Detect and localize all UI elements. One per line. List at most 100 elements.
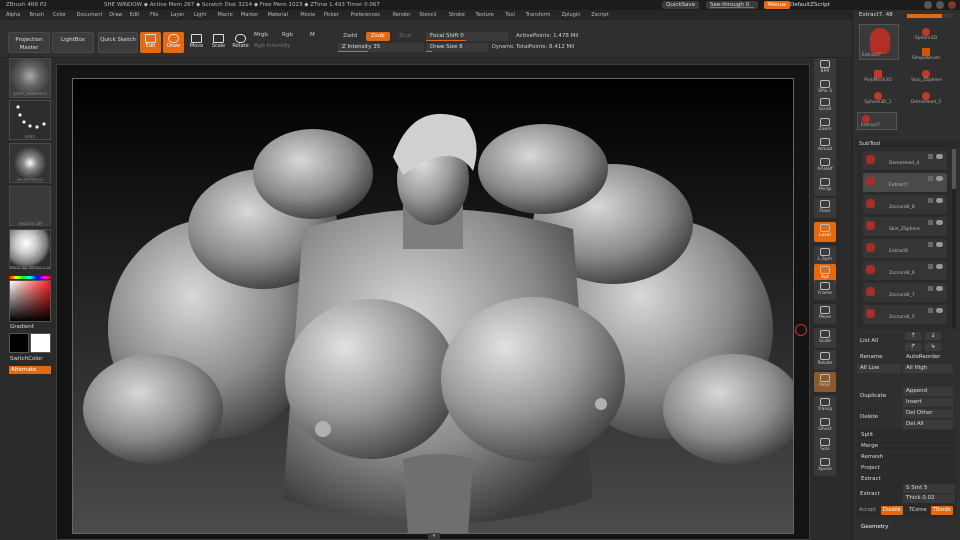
lock-icon[interactable] bbox=[928, 176, 933, 181]
shelf-transp-button[interactable]: Transp bbox=[814, 396, 836, 416]
current-tool-thumbnail[interactable]: Extract7 bbox=[859, 24, 899, 60]
secondary-color-swatch[interactable] bbox=[30, 333, 51, 353]
shelf-solo-button[interactable]: Solo bbox=[814, 436, 836, 456]
tool-extract7[interactable]: Extract7 bbox=[857, 112, 897, 130]
eye-icon[interactable] bbox=[936, 264, 943, 269]
tool-demohead-5[interactable]: DemoHead_5 bbox=[911, 92, 941, 110]
eye-icon[interactable] bbox=[936, 198, 943, 203]
quicksave-button[interactable]: QuickSave bbox=[662, 1, 700, 9]
all-low-button[interactable]: All Low bbox=[857, 364, 901, 373]
arrow-down-button[interactable]: ↓ bbox=[925, 332, 941, 340]
lock-icon[interactable] bbox=[928, 242, 933, 247]
viewport-canvas[interactable] bbox=[72, 78, 794, 534]
primary-color-swatch[interactable] bbox=[9, 333, 29, 353]
subtool-row[interactable]: DemoHead_4 bbox=[863, 151, 947, 170]
menu-zscript[interactable]: Zscript bbox=[591, 10, 608, 20]
shelf-local-button[interactable]: Local bbox=[814, 222, 836, 242]
insert-button[interactable]: Insert bbox=[903, 398, 953, 407]
lock-icon[interactable] bbox=[928, 154, 933, 159]
double-toggle[interactable]: Double bbox=[881, 506, 903, 515]
chevron-down-icon[interactable]: ▾ bbox=[428, 533, 440, 540]
merge-section[interactable]: Merge bbox=[857, 441, 957, 451]
subtool-row[interactable]: Skin_ZSphere bbox=[863, 217, 947, 236]
move-down-button[interactable]: ↳ bbox=[925, 343, 941, 351]
shelf-bpr-button[interactable]: BPR bbox=[814, 58, 836, 78]
menu-stencil[interactable]: Stencil bbox=[419, 10, 436, 20]
shelf-scale-button[interactable]: Scale bbox=[814, 328, 836, 348]
default-zscript-button[interactable]: DefaultZScript bbox=[786, 1, 834, 9]
gradient-label[interactable]: Gradient bbox=[10, 324, 34, 330]
shelf-actual-button[interactable]: Actual bbox=[814, 136, 836, 156]
menu-file[interactable]: File bbox=[150, 10, 158, 20]
rename-button[interactable]: Rename bbox=[857, 353, 901, 362]
tool-sphere3d[interactable]: Sphere3D bbox=[911, 28, 941, 46]
stroke-thumbnail[interactable] bbox=[9, 100, 51, 140]
shelf-spix-3-button[interactable]: SPix 3 bbox=[814, 78, 836, 98]
hue-strip[interactable] bbox=[9, 276, 51, 279]
rgb-intensity-slider[interactable]: Rgb Intensity bbox=[254, 43, 291, 49]
subtool-row[interactable]: Extract6 bbox=[863, 239, 947, 258]
menu-light[interactable]: Light bbox=[194, 10, 206, 20]
menu-material[interactable]: Material bbox=[268, 10, 288, 20]
tool-polymesh3d[interactable]: PolyMesh3D bbox=[863, 70, 893, 88]
lock-icon[interactable] bbox=[928, 198, 933, 203]
shelf-aahalf-button[interactable]: AAHalf bbox=[814, 156, 836, 176]
remesh-section[interactable]: Remesh bbox=[857, 452, 957, 462]
menu-edit[interactable]: Edit bbox=[130, 10, 140, 20]
lightbox-button[interactable]: LightBox bbox=[52, 32, 94, 53]
menu-color[interactable]: Color bbox=[53, 10, 66, 20]
zcut-button[interactable]: Zcut bbox=[394, 32, 416, 41]
menu-tool[interactable]: Tool bbox=[505, 10, 515, 20]
dynamic-button[interactable]: Dynamic bbox=[492, 44, 514, 50]
draw-size-slider[interactable]: Draw Size 8 bbox=[426, 43, 488, 52]
extract-button[interactable]: Extract bbox=[857, 490, 880, 499]
menu-alpha[interactable]: Alpha bbox=[6, 10, 20, 20]
scroll-thumb[interactable] bbox=[952, 149, 956, 189]
shelf-rotate-button[interactable]: Rotate bbox=[814, 350, 836, 370]
eye-icon[interactable] bbox=[936, 154, 943, 159]
close-icon[interactable] bbox=[948, 1, 956, 9]
zsub-button[interactable]: Zsub bbox=[366, 32, 390, 41]
eye-icon[interactable] bbox=[936, 242, 943, 247]
subtool-scrollbar[interactable] bbox=[952, 149, 956, 329]
append-button[interactable]: Append bbox=[903, 387, 953, 396]
list-all-button[interactable]: List All bbox=[857, 337, 878, 346]
shelf-polyf-button[interactable]: PolyF bbox=[814, 372, 836, 392]
m-button[interactable]: M bbox=[310, 32, 315, 38]
menu-draw[interactable]: Draw bbox=[109, 10, 122, 20]
z-intensity-slider[interactable]: Z Intensity 35 bbox=[338, 43, 424, 52]
shelf-floor-button[interactable]: Floor bbox=[814, 198, 836, 218]
shelf-persp-button[interactable]: Persp bbox=[814, 176, 836, 196]
shelf-scroll-button[interactable]: Scroll bbox=[814, 96, 836, 116]
delete-button[interactable]: Delete bbox=[857, 413, 878, 422]
alpha-thumbnail[interactable] bbox=[9, 143, 51, 183]
rgb-button[interactable]: Rgb bbox=[282, 32, 293, 38]
quick-sketch-button[interactable]: Quick Sketch bbox=[98, 32, 138, 53]
tool-skin-zsphere[interactable]: Skin_ZSphere bbox=[911, 70, 942, 88]
subtool-row[interactable]: Zsccord4_6 bbox=[863, 261, 947, 280]
eye-icon[interactable] bbox=[936, 286, 943, 291]
tool-simplebrush[interactable]: SimpleBrush bbox=[911, 48, 941, 66]
subtool-row[interactable]: Zsccord4_5 bbox=[863, 305, 947, 324]
zadd-button[interactable]: Zadd bbox=[338, 32, 362, 41]
draw-mode-button[interactable]: Draw bbox=[163, 32, 184, 53]
eye-icon[interactable] bbox=[936, 176, 943, 181]
geometry-section[interactable]: Geometry bbox=[861, 524, 888, 530]
see-through-slider[interactable]: See-through 0 bbox=[706, 1, 758, 9]
eye-icon[interactable] bbox=[936, 308, 943, 313]
alternate-button[interactable]: Alternate bbox=[9, 366, 51, 374]
lock-icon[interactable] bbox=[928, 264, 933, 269]
lock-icon[interactable] bbox=[928, 286, 933, 291]
minimize-icon[interactable] bbox=[924, 1, 932, 9]
s-smt-slider[interactable]: S Smt 5 bbox=[903, 484, 955, 493]
scale-mode-button[interactable]: Scale bbox=[208, 32, 229, 53]
menu-brush[interactable]: Brush bbox=[30, 10, 44, 20]
tool-slider[interactable] bbox=[907, 14, 953, 18]
menu-movie[interactable]: Movie bbox=[300, 10, 315, 20]
shelf-zoom-button[interactable]: Zoom bbox=[814, 116, 836, 136]
menu-document[interactable]: Document bbox=[77, 10, 103, 20]
menu-layer[interactable]: Layer bbox=[171, 10, 185, 20]
move-mode-button[interactable]: Move bbox=[186, 32, 207, 53]
lock-icon[interactable] bbox=[928, 308, 933, 313]
menu-preferences[interactable]: Preferences bbox=[351, 10, 380, 20]
